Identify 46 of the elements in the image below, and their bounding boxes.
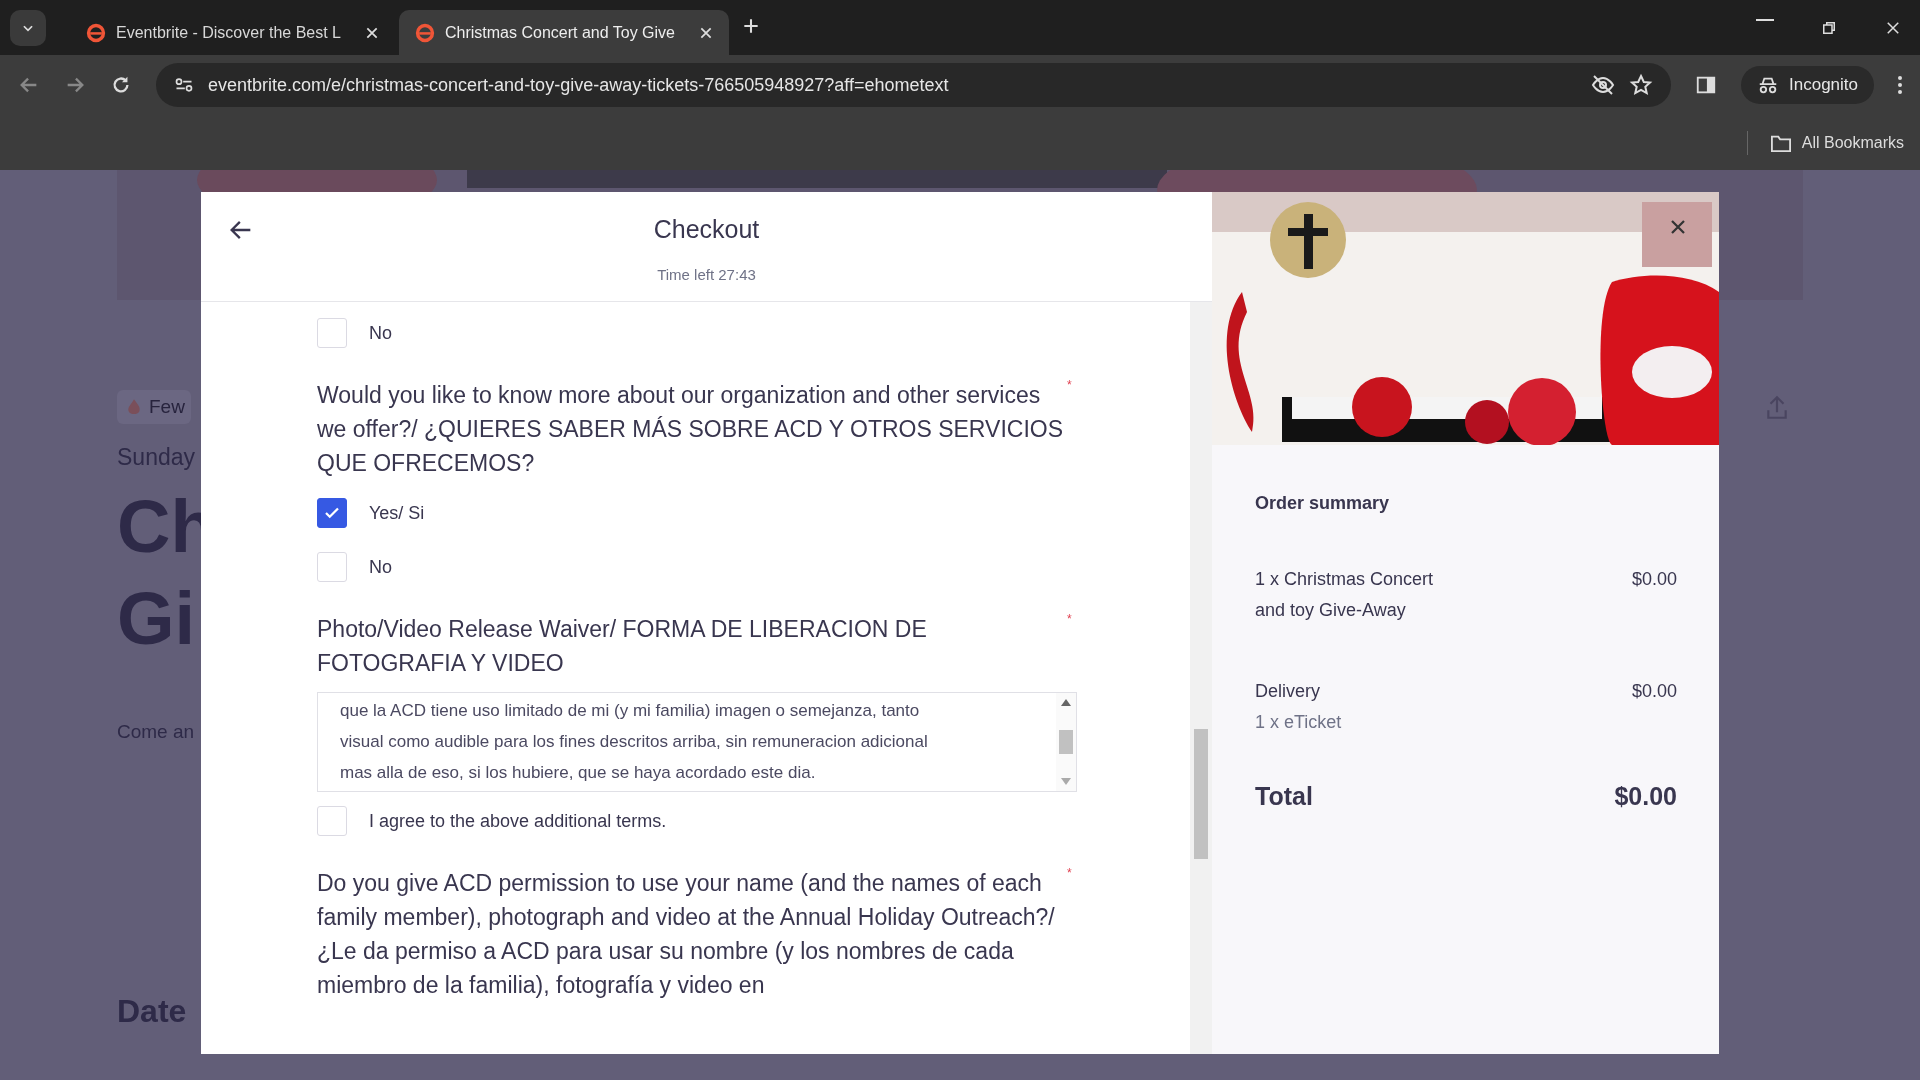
tab-title: Eventbrite - Discover the Best L bbox=[116, 23, 341, 42]
item-price: $0.00 bbox=[1631, 568, 1677, 591]
browser-tab[interactable]: Eventbrite - Discover the Best L bbox=[70, 10, 395, 55]
address-bar[interactable]: eventbrite.com/e/christmas-concert-and-toy-give-away-tickets-766505948927?aff=ehometext bbox=[156, 63, 1671, 107]
total-price: $0.00 bbox=[1614, 782, 1677, 811]
required-mark: * bbox=[1067, 612, 1073, 628]
flame-icon bbox=[127, 399, 141, 415]
option-label: No bbox=[369, 322, 392, 344]
scroll-up-icon[interactable] bbox=[1061, 699, 1071, 706]
scroll-thumb[interactable] bbox=[1059, 730, 1073, 754]
side-panel-icon bbox=[1695, 74, 1717, 96]
close-icon[interactable] bbox=[365, 25, 379, 40]
checkbox[interactable] bbox=[317, 498, 347, 528]
terms-line: mas alla de eso, si los hubiere, que se haya acordado este dia. bbox=[340, 762, 817, 784]
star-icon bbox=[1629, 73, 1653, 97]
question-text: Would you like to know more about our organization and other services we offer?/ ¿QUIERES SABER MÁS SOBRE ACD Y OTROS SERVICIOS QUE OFRECEMOS? bbox=[317, 381, 1065, 478]
required-mark: * bbox=[1067, 866, 1073, 882]
site-icon bbox=[86, 22, 106, 43]
urgency-badge: Few bbox=[117, 390, 191, 424]
required-mark: * bbox=[1067, 378, 1073, 394]
site-icon bbox=[415, 22, 435, 43]
minimize-icon[interactable] bbox=[1756, 18, 1774, 21]
total-label: Total bbox=[1255, 782, 1313, 811]
item-name: 1 x Christmas Concert and toy Give-Away bbox=[1255, 568, 1435, 622]
scrollbar[interactable] bbox=[1190, 302, 1212, 1054]
browser-tab[interactable]: Christmas Concert and Toy Give bbox=[399, 10, 729, 55]
item-name: Delivery bbox=[1255, 680, 1321, 703]
question-text: Photo/Video Release Waiver/ FORMA DE LIBERACION DE FOTOGRAFIA Y VIDEO bbox=[317, 615, 928, 678]
item-price: $0.00 bbox=[1631, 680, 1677, 703]
option-label: No bbox=[369, 556, 392, 578]
eye-slash-icon bbox=[1591, 73, 1615, 97]
item-detail: 1 x eTicket bbox=[1255, 711, 1343, 734]
order-summary-heading: Order summary bbox=[1255, 493, 1391, 514]
terms-box[interactable] bbox=[317, 692, 1077, 792]
more-icon[interactable] bbox=[1898, 76, 1902, 94]
scrollbar[interactable] bbox=[1056, 693, 1076, 791]
incognito-button[interactable]: Incognito bbox=[1741, 66, 1874, 104]
question-text: Do you give ACD permission to use your name (and the names of each family member), photograph and video at the Annual Holiday Outreach?/ ¿Le da permiso a ACD para usar su nombre (y los nombres de cada miembro de la familia), fotografía y video en bbox=[317, 869, 1056, 1000]
close-icon[interactable] bbox=[699, 25, 713, 40]
option-label: Yes/ Si bbox=[369, 502, 425, 524]
terms-line: visual como audible para los fines descritos arriba, sin remuneracion adicional bbox=[340, 731, 929, 753]
tab-title: Christmas Concert and Toy Give bbox=[445, 23, 675, 42]
option-label: I agree to the above additional terms. bbox=[369, 810, 667, 832]
terms-line: que la ACD tiene uso limitado de mi (y mi familia) imagen o semejanza, tanto bbox=[340, 700, 921, 722]
all-bookmarks-button[interactable]: All Bookmarks bbox=[1769, 132, 1904, 153]
site-settings-icon bbox=[174, 75, 194, 95]
